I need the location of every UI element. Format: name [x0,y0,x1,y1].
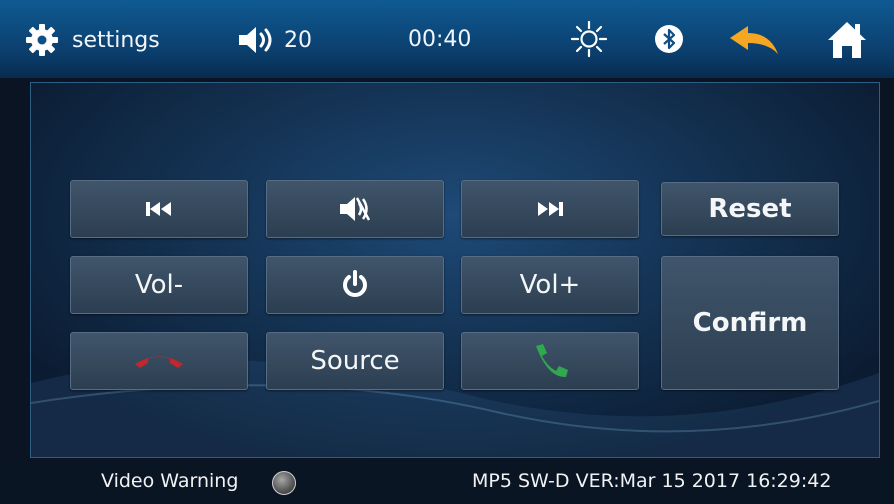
volume-down-button[interactable]: Vol- [70,256,248,314]
volume-up-button[interactable]: Vol+ [461,256,639,314]
bluetooth-icon [655,25,683,53]
sun-icon [570,20,608,58]
mute-button[interactable] [266,180,444,238]
video-warning-label: Video Warning [101,470,239,492]
back-arrow-icon [730,26,778,54]
next-track-button[interactable] [461,180,639,238]
previous-track-button[interactable] [70,180,248,238]
source-button[interactable]: Source [266,332,444,390]
volume-level: 20 [284,27,312,53]
speaker-icon [239,27,272,53]
bluetooth-button[interactable] [654,24,684,54]
home-button[interactable] [826,20,868,60]
settings-label: settings [72,27,160,53]
footer-bar: Video Warning MP5 SW-D VER:Mar 15 2017 1… [0,458,894,504]
volume-indicator[interactable]: 20 [236,24,312,56]
power-button[interactable] [266,256,444,314]
reset-button[interactable]: Reset [661,182,839,236]
power-icon [343,270,367,297]
video-warning-indicator [272,471,296,495]
brightness-button[interactable] [570,20,608,58]
status-bar: settings 20 00:40 [0,0,894,78]
answer-call-button[interactable] [461,332,639,390]
confirm-button[interactable]: Confirm [661,256,839,390]
clock-text: 00:40 [408,27,472,52]
gear-icon [26,24,58,56]
version-text: MP5 SW-D VER:Mar 15 2017 16:29:42 [472,470,832,492]
home-icon [828,22,866,58]
phone-answer-icon [536,344,568,378]
settings-button[interactable]: settings [24,22,160,58]
clock: 00:40 [408,27,471,52]
skip-previous-icon [146,202,171,216]
skip-next-icon [538,202,563,216]
back-button[interactable] [726,22,782,58]
mute-icon [340,197,371,221]
phone-hangup-icon [135,356,183,368]
hang-up-button[interactable] [70,332,248,390]
